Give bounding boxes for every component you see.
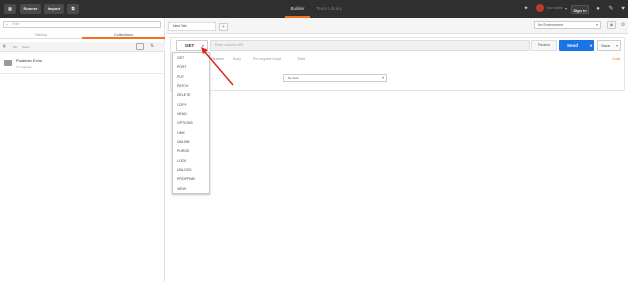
annotation-arrow <box>201 47 234 86</box>
